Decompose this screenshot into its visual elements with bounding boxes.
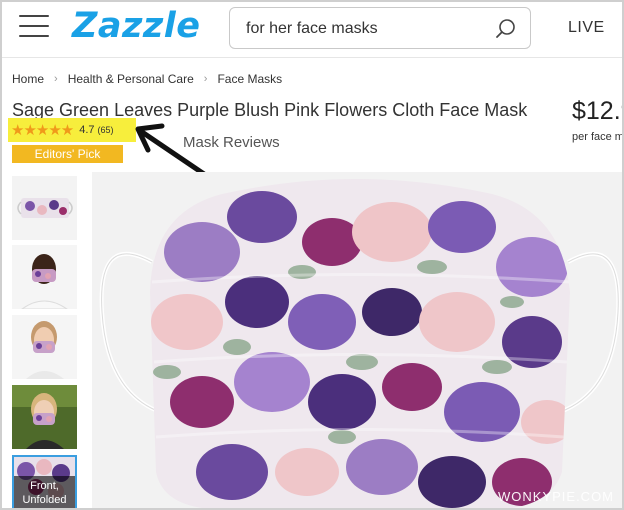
mask-reviews-link[interactable]: Mask Reviews [183,134,280,151]
thumbnail-model-woman[interactable] [12,315,77,379]
thumbnail-label: Front, Unfolded [14,476,75,508]
chevron-right-icon: › [203,73,208,85]
product-main-image[interactable] [92,172,622,508]
rating-summary[interactable]: ★★★★★ 4.7 (65) [8,118,136,142]
chevron-right-icon: › [54,73,58,85]
rating-count: (65) [97,125,114,135]
thumbnail-front-unfolded[interactable]: Front, Unfolded [12,455,77,508]
page-frame: Zazzle LIVE Home › Health & Personal Car… [0,0,624,510]
breadcrumb-home[interactable]: Home [12,72,44,86]
search-icon[interactable] [494,17,518,41]
rating-value: 4.7 [79,124,95,136]
product-price: $12.9 [572,97,622,125]
search-box [229,7,531,49]
zazzle-logo[interactable]: Zazzle [72,6,200,46]
editors-pick-badge: Editors' Pick [12,145,123,163]
thumbnail-flat-mask[interactable] [12,176,77,240]
thumbnail-model-outdoor[interactable] [12,385,77,449]
live-link[interactable]: LIVE [568,19,605,37]
breadcrumb-health[interactable]: Health & Personal Care [68,72,194,86]
breadcrumb: Home › Health & Personal Care › Face Mas… [12,72,282,86]
thumbnail-model-man[interactable] [12,245,77,309]
search-input[interactable] [246,18,486,40]
menu-icon[interactable] [19,15,49,39]
watermark: WONKYPIE.COM [498,489,615,504]
price-unit: per face m [572,131,624,143]
star-rating-icon: ★★★★★ [11,122,74,139]
site-header: Zazzle LIVE [2,2,622,58]
breadcrumb-face-masks[interactable]: Face Masks [217,72,282,86]
